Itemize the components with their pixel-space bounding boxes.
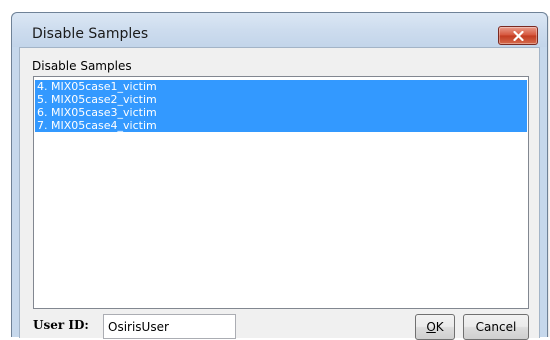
- window-title: Disable Samples: [32, 26, 149, 42]
- cancel-button[interactable]: Cancel: [463, 314, 529, 340]
- ok-button-label-rest: K: [435, 320, 444, 334]
- title-bar[interactable]: Disable Samples: [12, 13, 547, 47]
- ok-button[interactable]: OK: [415, 314, 455, 340]
- disable-samples-dialog: Disable Samples Disable Samples 4. MIX05…: [11, 12, 548, 340]
- samples-group-label: Disable Samples: [32, 59, 132, 73]
- close-icon: [513, 31, 524, 41]
- list-item[interactable]: 7. MIX05case4_victim: [35, 119, 527, 132]
- list-item[interactable]: 5. MIX05case2_victim: [35, 93, 527, 106]
- dialog-body: Disable Samples 4. MIX05case1_victim 5. …: [19, 47, 540, 340]
- list-item[interactable]: 6. MIX05case3_victim: [35, 106, 527, 119]
- close-button[interactable]: [498, 26, 538, 45]
- user-id-field[interactable]: [103, 314, 236, 339]
- ok-button-mnemonic: O: [426, 320, 436, 334]
- list-item[interactable]: 4. MIX05case1_victim: [35, 80, 527, 93]
- user-id-label: User ID:: [33, 318, 89, 332]
- samples-listbox[interactable]: 4. MIX05case1_victim 5. MIX05case2_victi…: [33, 76, 529, 309]
